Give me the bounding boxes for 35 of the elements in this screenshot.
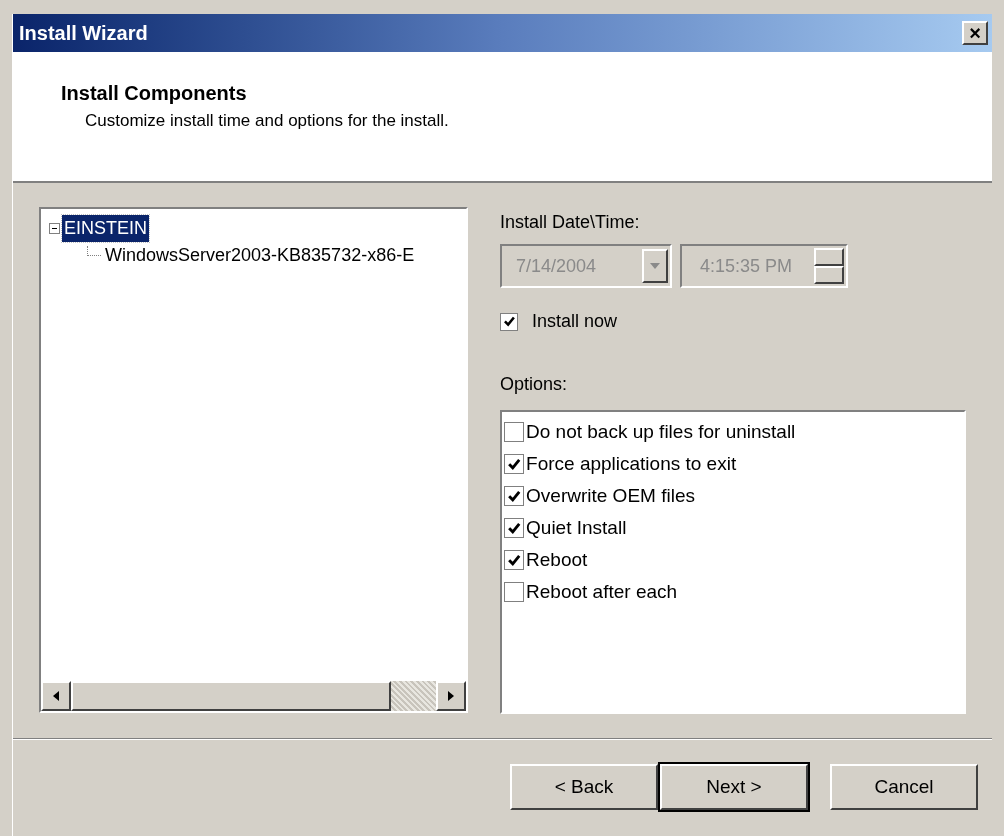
close-button[interactable]: ×: [962, 21, 988, 45]
install-now-label[interactable]: Install now: [532, 308, 618, 335]
checkbox[interactable]: [504, 454, 525, 474]
option-label[interactable]: Reboot after each: [526, 577, 678, 607]
checkmark-icon: [506, 488, 522, 504]
page-title: Install Components: [61, 81, 248, 106]
collapse-icon[interactable]: [49, 223, 60, 234]
checkbox[interactable]: [504, 518, 525, 538]
option-label[interactable]: Quiet Install: [526, 513, 627, 543]
tree-node[interactable]: WindowsServer2003-KB835732-x86-E: [105, 242, 415, 269]
wizard-button[interactable]: Next >: [660, 764, 808, 810]
checkbox[interactable]: [504, 550, 525, 570]
wizard-button[interactable]: < Back: [510, 764, 658, 810]
checkbox[interactable]: [504, 582, 525, 602]
scroll-right-icon[interactable]: [436, 681, 467, 711]
checkmark-icon: [502, 315, 516, 328]
checkmark-icon: [506, 456, 522, 472]
horizontal-scrollbar[interactable]: [41, 681, 467, 711]
checkmark-icon: [506, 552, 522, 568]
options-label: Options:: [500, 373, 569, 396]
scroll-thumb[interactable]: [71, 681, 391, 711]
checkbox[interactable]: [500, 312, 519, 331]
date-time-label: Install Date\Time:: [500, 211, 641, 234]
option-label[interactable]: Force applications to exit: [526, 449, 737, 479]
option-label[interactable]: Do not back up files for uninstall: [526, 417, 796, 447]
tree-node[interactable]: EINSTEIN: [62, 215, 149, 242]
checkbox[interactable]: [504, 422, 525, 442]
option-label[interactable]: Reboot: [526, 545, 588, 575]
page-subtitle: Customize install time and options for the install.: [84, 110, 450, 132]
checkbox[interactable]: [504, 486, 525, 506]
scroll-left-icon[interactable]: [41, 681, 71, 711]
option-label[interactable]: Overwrite OEM files: [526, 481, 695, 511]
checkmark-icon: [506, 520, 522, 536]
wizard-button[interactable]: Cancel: [830, 764, 978, 810]
window-title: Install Wizard: [19, 21, 148, 46]
